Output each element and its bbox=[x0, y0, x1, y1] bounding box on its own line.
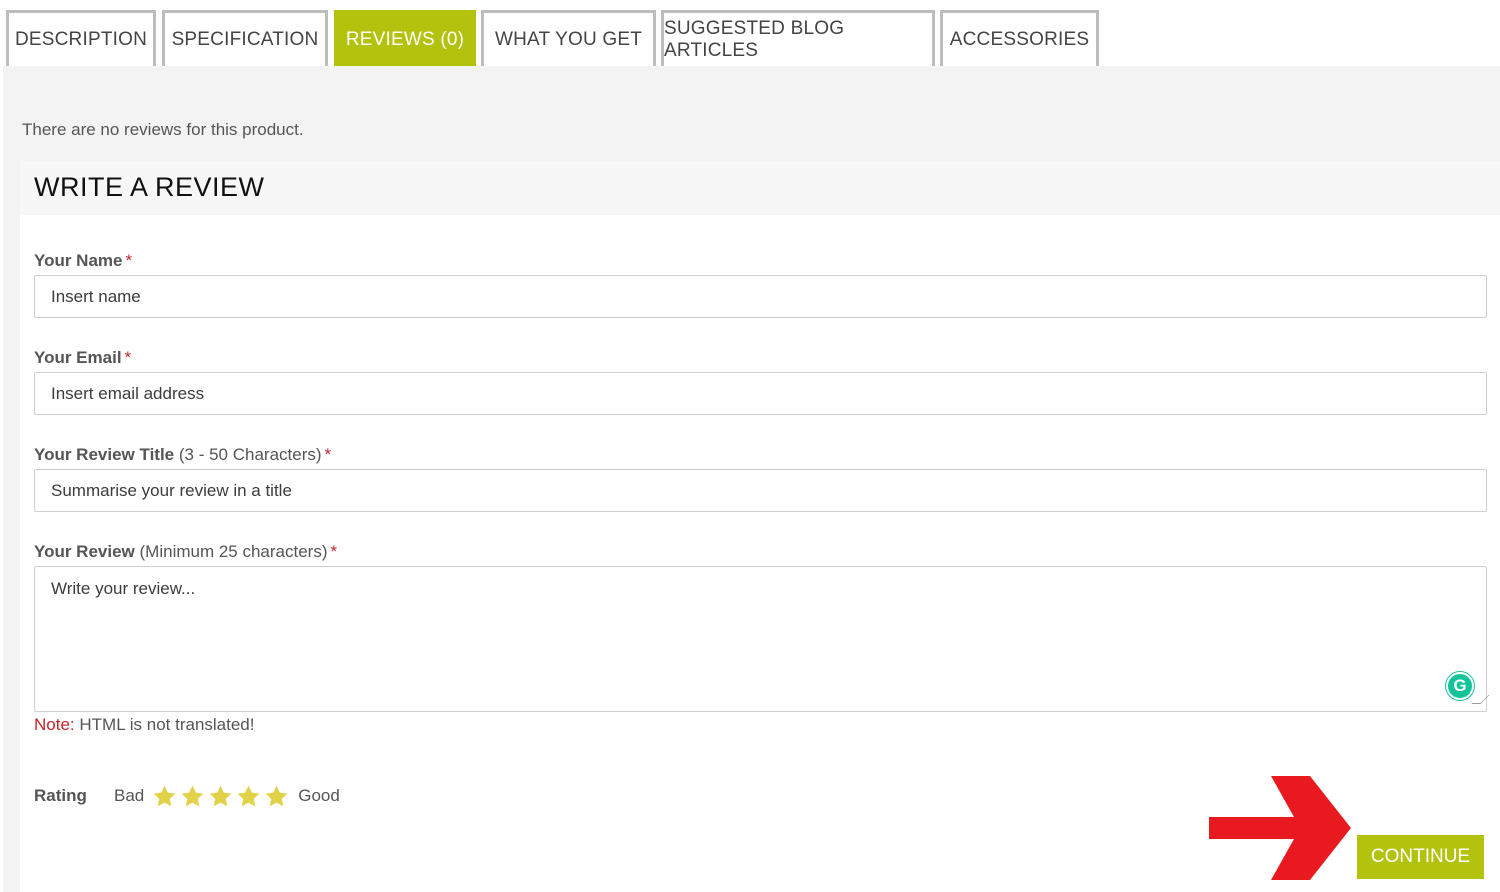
grammarly-icon[interactable]: G bbox=[1446, 672, 1474, 700]
tab-accessories[interactable]: ACCESSORIES bbox=[940, 10, 1099, 66]
arrow-right-icon bbox=[1209, 776, 1351, 880]
name-label-text: Your Name bbox=[34, 251, 123, 270]
review-label-text: Your Review bbox=[34, 542, 135, 561]
star-icon[interactable] bbox=[208, 784, 233, 809]
review-title-label-text: Your Review Title bbox=[34, 445, 175, 464]
name-input[interactable] bbox=[34, 275, 1487, 318]
star-icon[interactable] bbox=[180, 784, 205, 809]
continue-button[interactable]: CONTINUE bbox=[1357, 835, 1484, 879]
rating-low-label: Bad bbox=[114, 786, 145, 805]
tab-what-you-get[interactable]: WHAT YOU GET bbox=[481, 10, 656, 66]
review-title-input[interactable] bbox=[34, 469, 1487, 512]
star-icon[interactable] bbox=[236, 784, 261, 809]
name-label: Your Name * bbox=[34, 251, 132, 271]
required-mark: * bbox=[330, 542, 338, 561]
required-mark: * bbox=[125, 251, 133, 270]
required-mark: * bbox=[124, 348, 132, 367]
star-icon[interactable] bbox=[264, 784, 289, 809]
review-title-label: Your Review Title (3 - 50 Characters) * bbox=[34, 445, 331, 465]
reviews-panel: There are no reviews for this product. W… bbox=[3, 66, 1500, 892]
review-hint: (Minimum 25 characters) bbox=[139, 542, 328, 561]
rating-high-label: Good bbox=[298, 786, 340, 805]
html-note: Note: HTML is not translated! bbox=[34, 715, 254, 735]
email-input[interactable] bbox=[34, 372, 1487, 415]
star-icon[interactable] bbox=[152, 784, 177, 809]
tab-suggested-blog-articles[interactable]: SUGGESTED BLOG ARTICLES bbox=[661, 10, 935, 66]
form-header: WRITE A REVIEW bbox=[20, 161, 1500, 215]
email-label-text: Your Email bbox=[34, 348, 122, 367]
required-mark: * bbox=[324, 445, 332, 464]
form-title: WRITE A REVIEW bbox=[34, 172, 265, 202]
tab-specification[interactable]: SPECIFICATION bbox=[162, 10, 328, 66]
rating-row: Rating Bad Good bbox=[34, 781, 340, 811]
review-label: Your Review (Minimum 25 characters) * bbox=[34, 542, 337, 562]
no-reviews-message: There are no reviews for this product. bbox=[22, 120, 304, 139]
rating-stars bbox=[152, 784, 289, 809]
review-title-hint: (3 - 50 Characters) bbox=[178, 445, 322, 464]
note-key: Note: bbox=[34, 715, 75, 734]
tab-reviews[interactable]: REVIEWS (0) bbox=[334, 10, 476, 66]
email-label: Your Email * bbox=[34, 348, 131, 368]
product-tabs: DESCRIPTION SPECIFICATION REVIEWS (0) WH… bbox=[0, 0, 1500, 66]
rating-label: Rating bbox=[34, 786, 87, 805]
review-textarea[interactable] bbox=[34, 566, 1487, 712]
note-text: HTML is not translated! bbox=[79, 715, 255, 734]
tab-description[interactable]: DESCRIPTION bbox=[6, 10, 156, 66]
